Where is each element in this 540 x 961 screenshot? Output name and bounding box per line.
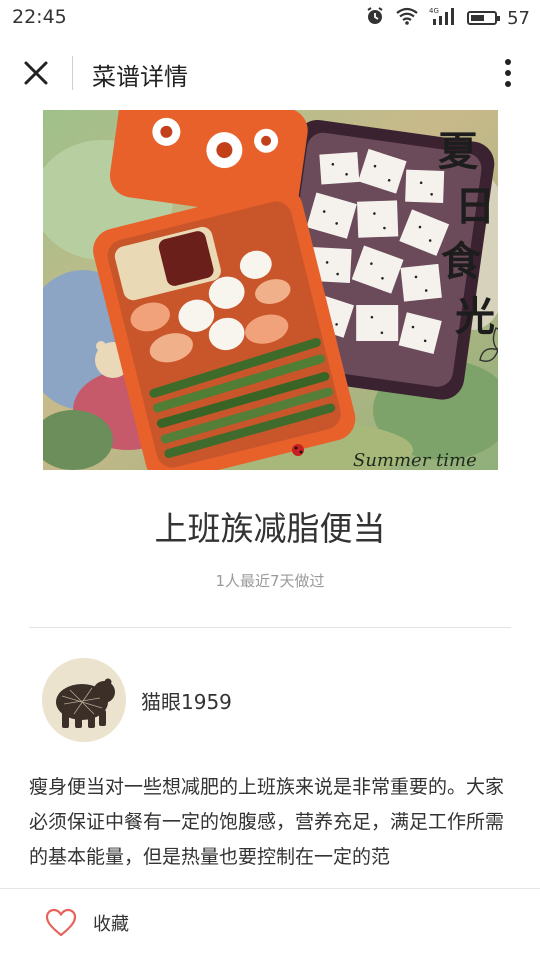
page-title: 菜谱详情 [92,63,188,91]
status-time: 22:45 [12,6,67,28]
recipe-description: 瘦身便当对一些想减肥的上班族来说是非常重要的。大家必须保证中餐有一定的饱腹感，营… [29,776,505,868]
hero-caption: Summer time [353,450,477,470]
recipe-cover-image[interactable]: 夏 日 食 光 Summer time [43,110,498,470]
author-name[interactable]: 猫眼1959 [141,686,232,715]
app-header: 菜谱详情 [0,36,540,110]
bear-avatar-image [42,658,126,742]
author-row[interactable]: 猫眼1959 [42,657,232,743]
close-button[interactable] [18,55,54,91]
network-type-label: 4G [429,7,439,15]
recipe-title: 上班族减脂便当 [154,509,386,548]
battery-icon [467,11,501,25]
more-vertical-icon [505,59,511,87]
wifi-icon [395,7,419,29]
battery-level-fill [471,15,485,21]
battery-percent: 57 [507,7,530,29]
header-divider [72,56,73,90]
status-icons: 4G 57 [365,6,530,30]
cooked-stats: 1人最近7天做过 [215,572,325,590]
favorite-label[interactable]: 收藏 [93,910,129,936]
favorite-button[interactable]: 收藏 [45,908,129,938]
close-icon [24,61,48,85]
section-divider [29,627,511,628]
bottom-bar: 收藏 [0,888,540,961]
more-options-button[interactable] [498,56,518,92]
heart-icon [45,908,77,937]
alarm-icon [365,6,385,30]
status-bar: 22:45 4G 57 [0,0,540,36]
avatar[interactable] [42,658,126,742]
signal-icon: 4G [429,6,457,30]
